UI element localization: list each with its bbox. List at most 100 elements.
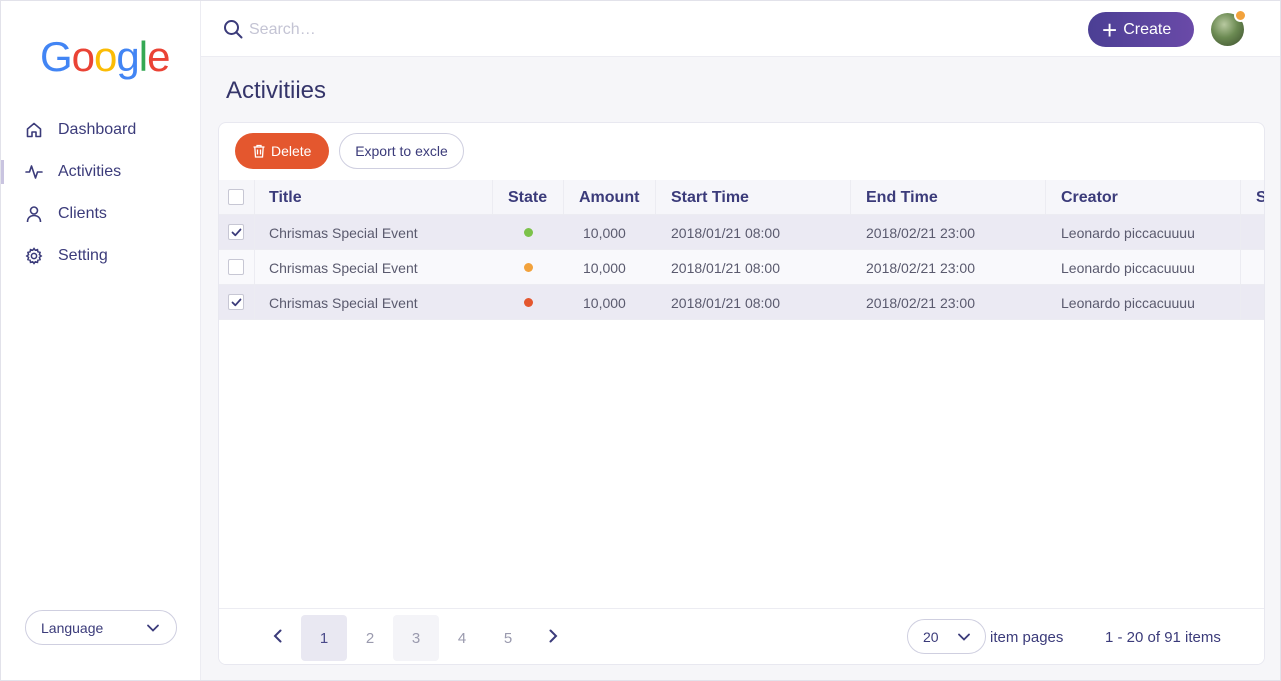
per-page-select[interactable]: 20 — [907, 619, 986, 654]
cell-creator: Leonardo piccacuuuu — [1061, 224, 1195, 241]
cell-start-time: 2018/01/21 08:00 — [671, 259, 780, 276]
language-label: Language — [41, 619, 104, 636]
activities-table: Title State Amount Start Time End Time C… — [219, 180, 1264, 320]
column-divider — [1240, 250, 1241, 285]
per-page-value: 20 — [923, 628, 939, 645]
cell-end-time: 2018/02/21 23:00 — [866, 259, 975, 276]
cell-creator: Leonardo piccacuuuu — [1061, 294, 1195, 311]
sidebar-item-activities[interactable]: Activities — [1, 151, 201, 193]
chevron-down-icon — [147, 624, 159, 632]
column-divider — [254, 215, 255, 250]
page-button-3[interactable]: 3 — [393, 615, 439, 661]
select-all-checkbox[interactable] — [228, 189, 244, 205]
column-divider — [1240, 215, 1241, 250]
column-divider — [254, 180, 255, 215]
state-dot — [524, 263, 533, 272]
create-button-label: Create — [1123, 20, 1172, 38]
page-title: Activitiies — [226, 77, 327, 104]
row-checkbox[interactable] — [228, 294, 244, 310]
column-divider — [254, 285, 255, 320]
search-input[interactable] — [249, 17, 549, 43]
cell-state — [524, 215, 533, 250]
logo-letter: l — [138, 33, 148, 80]
plus-icon: + — [1102, 14, 1118, 45]
user-icon — [25, 205, 43, 223]
sidebar-item-label: Setting — [58, 247, 108, 264]
activity-icon — [25, 163, 43, 181]
delete-button[interactable]: Delete — [235, 133, 329, 169]
cell-state — [524, 285, 533, 320]
checkmark-icon — [231, 228, 241, 236]
page-button-4[interactable]: 4 — [439, 615, 485, 661]
sidebar-item-label: Clients — [58, 205, 107, 222]
column-divider — [655, 180, 656, 215]
sidebar-item-label: Activities — [58, 163, 122, 180]
sidebar-item-label: Dashboard — [58, 121, 137, 138]
chevron-left-icon[interactable] — [270, 628, 286, 644]
column-divider — [254, 250, 255, 285]
column-divider — [1045, 180, 1046, 215]
google-logo: Google — [40, 33, 170, 81]
state-dot — [524, 228, 533, 237]
pagination: 1 2 3 4 5 20 item pages 1 - 20 of 91 ite… — [219, 608, 1264, 664]
search-icon — [224, 20, 243, 39]
table-row[interactable]: Chrismas Special Event 10,000 2018/01/21… — [219, 285, 1264, 320]
column-header-state[interactable]: State — [508, 180, 547, 215]
column-header-end-time[interactable]: End Time — [866, 180, 938, 215]
page-button-1[interactable]: 1 — [301, 615, 347, 661]
sidebar-item-setting[interactable]: Setting — [1, 235, 201, 277]
language-select[interactable]: Language — [25, 610, 177, 645]
column-header-start-time[interactable]: Start Time — [671, 180, 749, 215]
column-header-creator[interactable]: Creator — [1061, 180, 1118, 215]
logo-letter: o — [71, 33, 95, 80]
column-divider — [1240, 285, 1241, 320]
sidebar-item-dashboard[interactable]: Dashboard — [1, 109, 201, 151]
page-button-5[interactable]: 5 — [485, 615, 531, 661]
column-divider — [563, 180, 564, 215]
cell-title: Chrismas Special Event — [269, 294, 418, 311]
cell-start-time: 2018/01/21 08:00 — [671, 294, 780, 311]
table-header: Title State Amount Start Time End Time C… — [219, 180, 1264, 215]
column-header-amount[interactable]: Amount — [579, 180, 639, 215]
table-row[interactable]: Chrismas Special Event 10,000 2018/01/21… — [219, 250, 1264, 285]
chevron-down-icon — [958, 633, 970, 641]
notification-badge — [1234, 9, 1247, 22]
cell-title: Chrismas Special Event — [269, 259, 418, 276]
cell-title: Chrismas Special Event — [269, 224, 418, 241]
state-dot — [524, 298, 533, 307]
sidebar: Google Dashboard Activities Clients Sett… — [1, 1, 201, 680]
sidebar-item-clients[interactable]: Clients — [1, 193, 201, 235]
export-button[interactable]: Export to excle — [339, 133, 464, 169]
create-button[interactable]: + Create — [1088, 12, 1194, 47]
cell-state — [524, 250, 533, 285]
logo-letter: g — [116, 33, 139, 80]
home-icon — [25, 121, 43, 139]
cell-amount: 10,000 — [583, 224, 626, 241]
activities-card: Delete Export to excle Title State Amoun… — [218, 122, 1265, 665]
table-row[interactable]: Chrismas Special Event 10,000 2018/01/21… — [219, 215, 1264, 250]
logo-letter: e — [147, 33, 170, 80]
cell-end-time: 2018/02/21 23:00 — [866, 224, 975, 241]
logo-letter: G — [40, 33, 73, 80]
logo-letter: o — [94, 33, 117, 80]
cell-creator: Leonardo piccacuuuu — [1061, 259, 1195, 276]
column-header-title[interactable]: Title — [269, 180, 302, 215]
cell-amount: 10,000 — [583, 294, 626, 311]
sidebar-nav: Dashboard Activities Clients Setting — [1, 109, 201, 277]
per-page-label: item pages — [990, 629, 1064, 646]
page-button-2[interactable]: 2 — [347, 615, 393, 661]
top-bar: + Create — [201, 1, 1280, 57]
column-divider — [850, 180, 851, 215]
trash-icon — [253, 144, 265, 158]
delete-button-label: Delete — [271, 143, 312, 159]
range-label: 1 - 20 of 91 items — [1105, 629, 1221, 646]
column-divider — [1240, 180, 1241, 215]
gear-icon — [25, 247, 43, 265]
row-checkbox[interactable] — [228, 259, 244, 275]
checkmark-icon — [231, 298, 241, 306]
row-checkbox[interactable] — [228, 224, 244, 240]
column-divider — [492, 180, 493, 215]
column-header-truncated[interactable]: S — [1256, 180, 1264, 215]
chevron-right-icon[interactable] — [545, 628, 561, 644]
cell-end-time: 2018/02/21 23:00 — [866, 294, 975, 311]
